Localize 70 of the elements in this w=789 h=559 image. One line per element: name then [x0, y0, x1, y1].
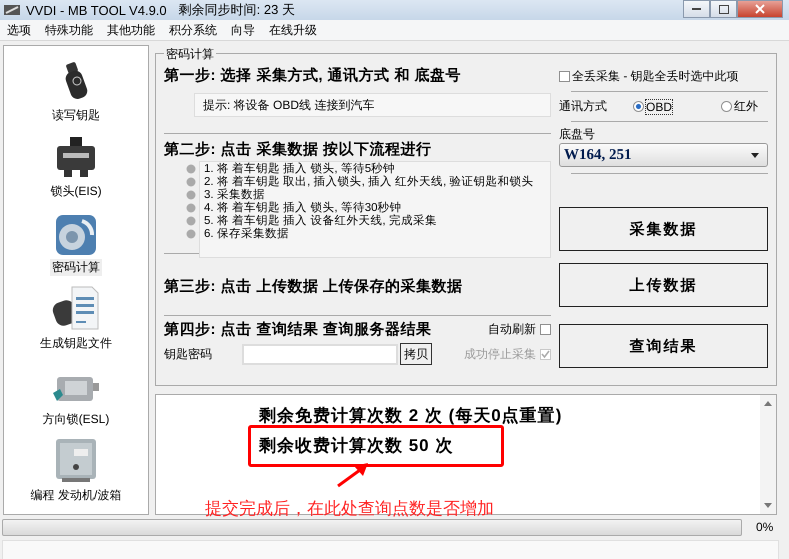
- checkbox-label: 自动刷新: [488, 321, 536, 338]
- step-heading: 第四步: 点击 查询结果 查询服务器结果: [164, 320, 432, 339]
- annotation-text: 提交完成后，在此处查询点数是否增加: [205, 498, 494, 520]
- key-document-icon[interactable]: [52, 285, 100, 331]
- step-text: 3. 采集数据: [204, 189, 266, 201]
- scroll-up-icon[interactable]: [764, 400, 772, 406]
- bullet-icon: [186, 216, 196, 226]
- close-icon: [755, 4, 765, 14]
- checkbox[interactable]: [559, 71, 570, 82]
- radio-label: 红外: [734, 98, 758, 115]
- step-text: 6. 保存采集数据: [204, 228, 290, 241]
- menu-item[interactable]: 积分系统: [169, 22, 217, 38]
- scroll-down-icon[interactable]: [764, 503, 772, 508]
- step-heading: 第三步: 点击 上传数据 上传保存的采集数据: [164, 277, 462, 296]
- copy-button[interactable]: 拷贝: [400, 343, 432, 365]
- close-button[interactable]: [737, 0, 783, 18]
- bullet-icon: [186, 203, 196, 213]
- hint-box: 提示: 将设备 OBD线 连接到汽车: [194, 93, 551, 117]
- output-text: 剩余免费计算次数 2 次 (每天0点重置): [259, 404, 562, 427]
- step-text: 2. 将 着车钥匙 取出, 插入锁头, 插入 红外天线, 验证钥匙和锁头: [204, 176, 535, 188]
- field-label: 通讯方式: [559, 98, 607, 115]
- sidebar-item[interactable]: 锁头(EIS): [48, 183, 104, 200]
- field-label: 底盘号: [559, 126, 596, 143]
- checkbox[interactable]: [540, 324, 551, 335]
- sidebar-item[interactable]: 读写钥匙: [50, 107, 102, 124]
- sidebar-item[interactable]: 方向锁(ESL): [40, 411, 112, 428]
- checkbox-label: 全丢采集 - 钥匙全丢时选中此项: [572, 68, 739, 85]
- annotation-arrow: [336, 462, 370, 488]
- engine-control-unit-icon[interactable]: [54, 437, 98, 483]
- menu-item[interactable]: 其他功能: [107, 22, 155, 38]
- maximize-icon: [718, 4, 728, 14]
- window-title: VVDI - MB TOOL V4.9.0: [26, 2, 167, 18]
- minimize-icon: [692, 7, 702, 11]
- radio-button[interactable]: [633, 101, 644, 112]
- sync-time: 剩余同步时间: 23 天: [178, 1, 295, 19]
- step-text: 4. 将 着车钥匙 插入 锁头, 等待30秒钟: [204, 202, 403, 214]
- key-password-field[interactable]: [242, 344, 398, 364]
- maximize-button[interactable]: [710, 0, 737, 18]
- menu-item[interactable]: 选项: [7, 22, 31, 38]
- step-text: 5. 将 着车钥匙 插入 设备红外天线, 完成采集: [204, 215, 438, 228]
- chassis-dropdown[interactable]: W164, 251: [559, 143, 768, 167]
- progress-reading: 0%: [756, 520, 774, 534]
- sidebar-item[interactable]: 密码计算: [50, 259, 102, 276]
- group-title: 密码计算: [164, 46, 216, 63]
- sidebar-item[interactable]: 编程 发动机/波箱: [28, 487, 124, 504]
- bullet-icon: [186, 229, 196, 239]
- radio-button[interactable]: [721, 101, 732, 112]
- upload-data-button[interactable]: 上传数据: [559, 263, 768, 307]
- step-heading: 第二步: 点击 采集数据 按以下流程进行: [164, 140, 432, 159]
- query-result-button[interactable]: 查询结果: [559, 324, 768, 368]
- sidebar-item[interactable]: 生成钥匙文件: [38, 335, 114, 352]
- output-text: 剩余收费计算次数 50 次: [259, 434, 454, 457]
- scrollbar[interactable]: [760, 394, 776, 514]
- combination-dial-icon[interactable]: [56, 215, 96, 255]
- menu-item[interactable]: 在线升级: [269, 22, 317, 38]
- app-icon: [4, 3, 20, 17]
- collect-data-button[interactable]: 采集数据: [559, 207, 768, 251]
- radio-label: OBD: [646, 100, 672, 114]
- ignition-module-icon[interactable]: [56, 137, 96, 179]
- minimize-button[interactable]: [683, 0, 710, 18]
- menu-item[interactable]: 向导: [231, 22, 255, 38]
- field-label: 钥匙密码: [164, 346, 213, 362]
- bullet-icon: [186, 190, 196, 200]
- dropdown-caret-icon: [751, 152, 759, 158]
- menu-item[interactable]: 特殊功能: [45, 22, 93, 38]
- bullet-icon: [186, 164, 196, 174]
- step-heading: 第一步: 选择 采集方式, 通讯方式 和 底盘号: [164, 66, 462, 85]
- step-text: 1. 将 着车钥匙 插入 锁头, 等待5秒钟: [204, 163, 396, 175]
- bullet-icon: [186, 177, 196, 187]
- checkbox-label: 成功停止采集: [464, 346, 536, 362]
